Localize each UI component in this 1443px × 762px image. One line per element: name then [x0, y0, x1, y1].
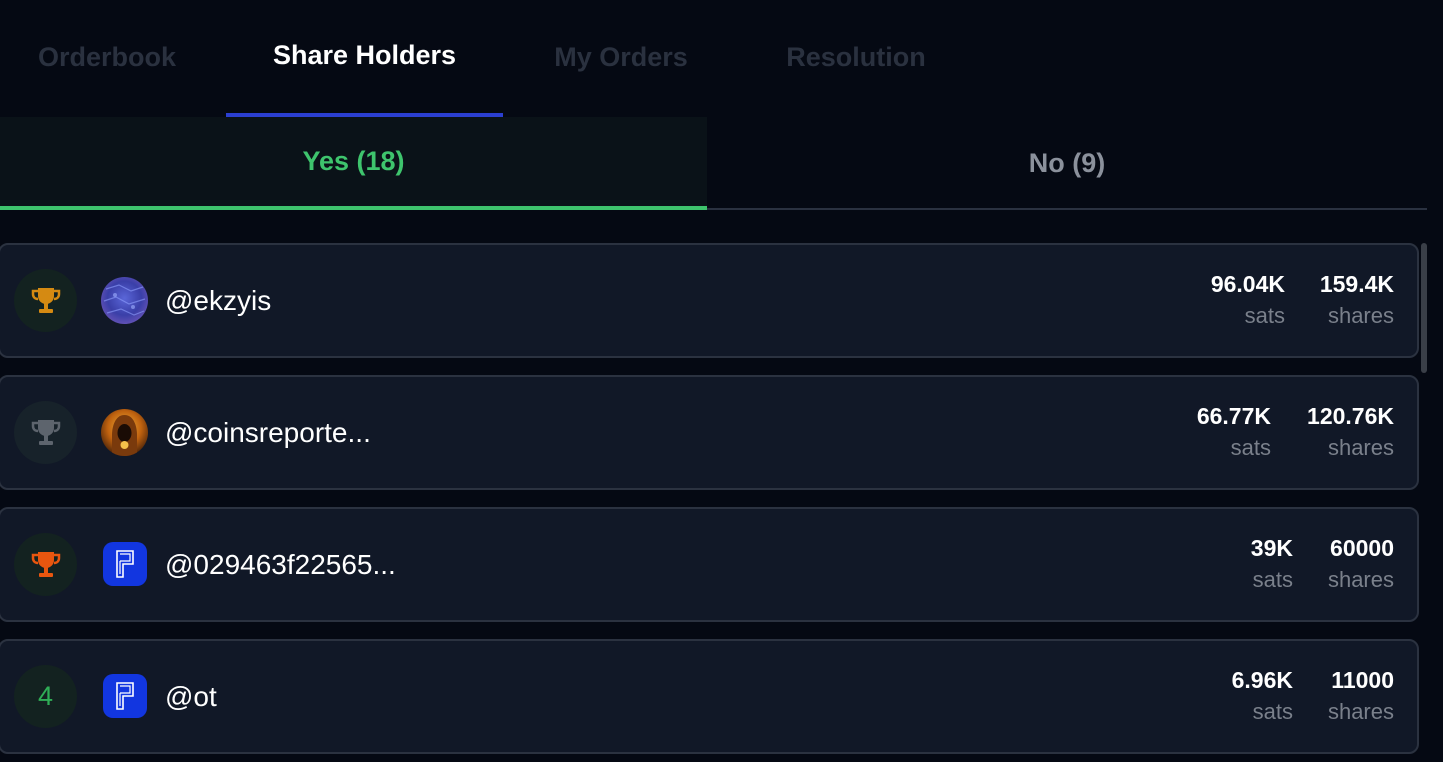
tab-share-holders-label: Share Holders — [272, 40, 457, 70]
tab-orderbook-label: Orderbook — [37, 42, 177, 72]
tab-resolution[interactable]: Resolution — [739, 0, 973, 117]
holder-row[interactable]: @ekzyis 96.04K sats 159.4K shares — [0, 243, 1419, 358]
holder-row[interactable]: @029463f22565... 39K sats 60000 shares — [0, 507, 1419, 622]
holder-shares-value: 120.76K — [1307, 403, 1394, 429]
holder-shares-unit: shares — [1327, 567, 1394, 592]
holder-shares-value: 11000 — [1331, 667, 1394, 693]
p-logo-avatar — [103, 674, 147, 718]
hooded-figure-avatar — [101, 409, 148, 456]
page: Orderbook Share Holders My Orders Resolu… — [0, 0, 1443, 762]
holder-shares: 11000 shares — [1328, 663, 1394, 727]
holder-shares-unit: shares — [1327, 699, 1394, 724]
holder-row[interactable]: @coinsreporte... 66.77K sats 120.76K sha… — [0, 375, 1419, 490]
scrollbar-thumb[interactable] — [1421, 243, 1427, 373]
holder-username[interactable]: @029463f22565... — [165, 509, 396, 620]
tab-orderbook[interactable]: Orderbook — [0, 0, 214, 117]
holder-username[interactable]: @ot — [165, 641, 217, 752]
rank-badge — [14, 533, 77, 596]
holder-shares-unit: shares — [1327, 303, 1394, 328]
tab-resolution-label: Resolution — [786, 42, 926, 72]
holder-shares: 60000 shares — [1328, 531, 1394, 595]
rank-badge: 4 — [14, 665, 77, 728]
holder-username[interactable]: @coinsreporte... — [165, 377, 371, 488]
holder-sats: 39K sats — [1251, 531, 1293, 595]
main-tabs: Orderbook Share Holders My Orders Resolu… — [0, 0, 1443, 117]
holder-sats: 66.77K sats — [1197, 399, 1271, 463]
tab-no-label: No (9) — [1028, 148, 1106, 178]
holder-shares-value: 60000 — [1330, 535, 1394, 561]
holder-sats-value: 66.77K — [1196, 403, 1271, 429]
holder-row[interactable]: 4 @ot 6.96K sats 11000 shares — [0, 639, 1419, 754]
tab-yes-label: Yes (18) — [302, 146, 405, 176]
holder-sats-unit: sats — [1230, 435, 1271, 460]
trophy-bronze-icon — [31, 551, 60, 577]
rank-badge — [14, 269, 77, 332]
tab-my-orders[interactable]: My Orders — [515, 0, 727, 117]
list-scrollbar[interactable] — [1421, 243, 1427, 762]
rank-badge — [14, 401, 77, 464]
holder-shares-value: 159.4K — [1319, 271, 1394, 297]
holder-shares-unit: shares — [1327, 435, 1394, 460]
holder-sats-unit: sats — [1244, 303, 1285, 328]
trophy-gold-icon — [31, 287, 60, 313]
blue-pattern-avatar — [101, 277, 148, 324]
holder-sats-value: 96.04K — [1210, 271, 1285, 297]
holder-sats-unit: sats — [1252, 567, 1293, 592]
holder-sats-value: 6.96K — [1231, 667, 1293, 693]
holder-sats: 6.96K sats — [1232, 663, 1293, 727]
tab-share-holders[interactable]: Share Holders — [226, 0, 503, 117]
trophy-silver-icon — [31, 419, 60, 445]
tab-no[interactable]: No (9) — [707, 117, 1427, 210]
tab-my-orders-label: My Orders — [554, 42, 688, 72]
holder-shares: 159.4K shares — [1320, 267, 1394, 331]
holder-sats-unit: sats — [1252, 699, 1293, 724]
holder-sats: 96.04K sats — [1211, 267, 1285, 331]
tab-yes[interactable]: Yes (18) — [0, 117, 707, 210]
holder-sats-value: 39K — [1250, 535, 1293, 561]
rank-number: 4 — [37, 681, 54, 711]
holder-username[interactable]: @ekzyis — [165, 245, 271, 356]
holder-shares: 120.76K shares — [1307, 399, 1394, 463]
p-logo-avatar — [103, 542, 147, 586]
outcome-tabs: Yes (18) No (9) — [0, 117, 1427, 210]
